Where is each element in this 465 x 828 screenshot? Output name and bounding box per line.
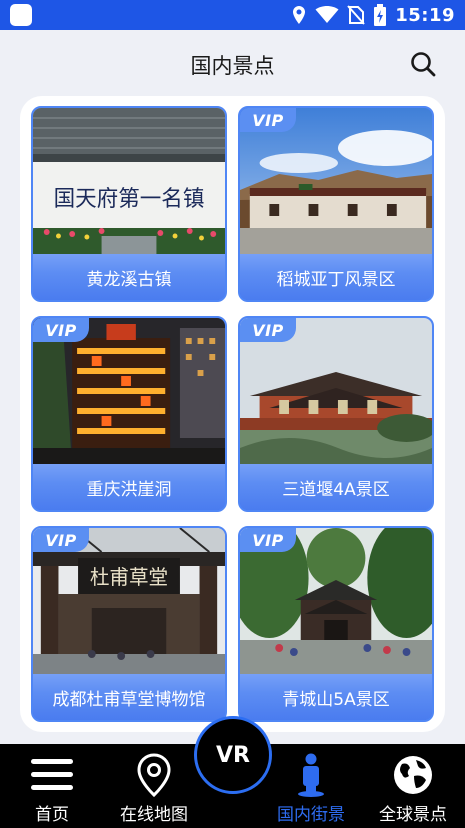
attraction-name: 黄龙溪古镇 — [33, 254, 225, 300]
attraction-name: 稻城亚丁风景区 — [240, 254, 432, 300]
attraction-photo: 国天府第一名镇 — [33, 108, 225, 258]
street-view-person-icon — [287, 752, 335, 798]
battery-icon — [374, 4, 387, 26]
header: 国内景点 — [0, 30, 465, 96]
vip-badge: VIP — [33, 528, 89, 552]
vip-badge: VIP — [33, 318, 89, 342]
status-bar: 15:19 — [0, 0, 465, 30]
plaque-text: 杜甫草堂 — [90, 566, 168, 589]
nav-home-label: 首页 — [35, 805, 69, 825]
attraction-card[interactable]: VIP 青城山5A景区 — [238, 526, 434, 722]
vip-badge: VIP — [240, 528, 296, 552]
vr-button[interactable]: VR — [194, 716, 272, 794]
sign-text: 国天府第一名镇 — [54, 187, 205, 212]
search-icon — [411, 52, 436, 77]
nav-global[interactable]: 全球景点 — [370, 744, 456, 828]
vip-badge: VIP — [240, 108, 296, 132]
nav-street-view-label: 国内街景 — [277, 805, 345, 825]
nav-global-label: 全球景点 — [379, 805, 447, 825]
attractions-panel: 国天府第一名镇 黄龙溪古镇 VIP 稻城亚丁风景区 VIP 重庆洪崖洞 VIP … — [20, 96, 445, 732]
status-time: 15:19 — [395, 4, 455, 26]
attraction-card[interactable]: 国天府第一名镇 黄龙溪古镇 — [31, 106, 227, 302]
location-icon — [293, 6, 306, 24]
menu-icon — [28, 752, 76, 798]
app-notification-icon — [10, 4, 32, 26]
page-title: 国内景点 — [190, 54, 275, 78]
map-pin-icon — [130, 752, 178, 798]
attraction-card[interactable]: VIP 重庆洪崖洞 — [31, 316, 227, 512]
no-sim-icon — [347, 5, 365, 25]
nav-online-map[interactable]: 在线地图 — [110, 744, 198, 828]
nav-home[interactable]: 首页 — [14, 744, 90, 828]
attraction-name: 重庆洪崖洞 — [33, 464, 225, 510]
attraction-name: 青城山5A景区 — [240, 674, 432, 720]
attraction-card[interactable]: 杜甫草堂 VIP 成都杜甫草堂博物馆 — [31, 526, 227, 722]
attraction-card[interactable]: VIP 稻城亚丁风景区 — [238, 106, 434, 302]
globe-icon — [389, 752, 437, 798]
attraction-card[interactable]: VIP 三道堰4A景区 — [238, 316, 434, 512]
attraction-name: 成都杜甫草堂博物馆 — [33, 674, 225, 720]
attraction-name: 三道堰4A景区 — [240, 464, 432, 510]
nav-street-view[interactable]: 国内街景 — [268, 744, 354, 828]
wifi-icon — [315, 6, 339, 23]
vip-badge: VIP — [240, 318, 296, 342]
search-button[interactable] — [409, 50, 437, 78]
nav-online-map-label: 在线地图 — [120, 805, 188, 825]
